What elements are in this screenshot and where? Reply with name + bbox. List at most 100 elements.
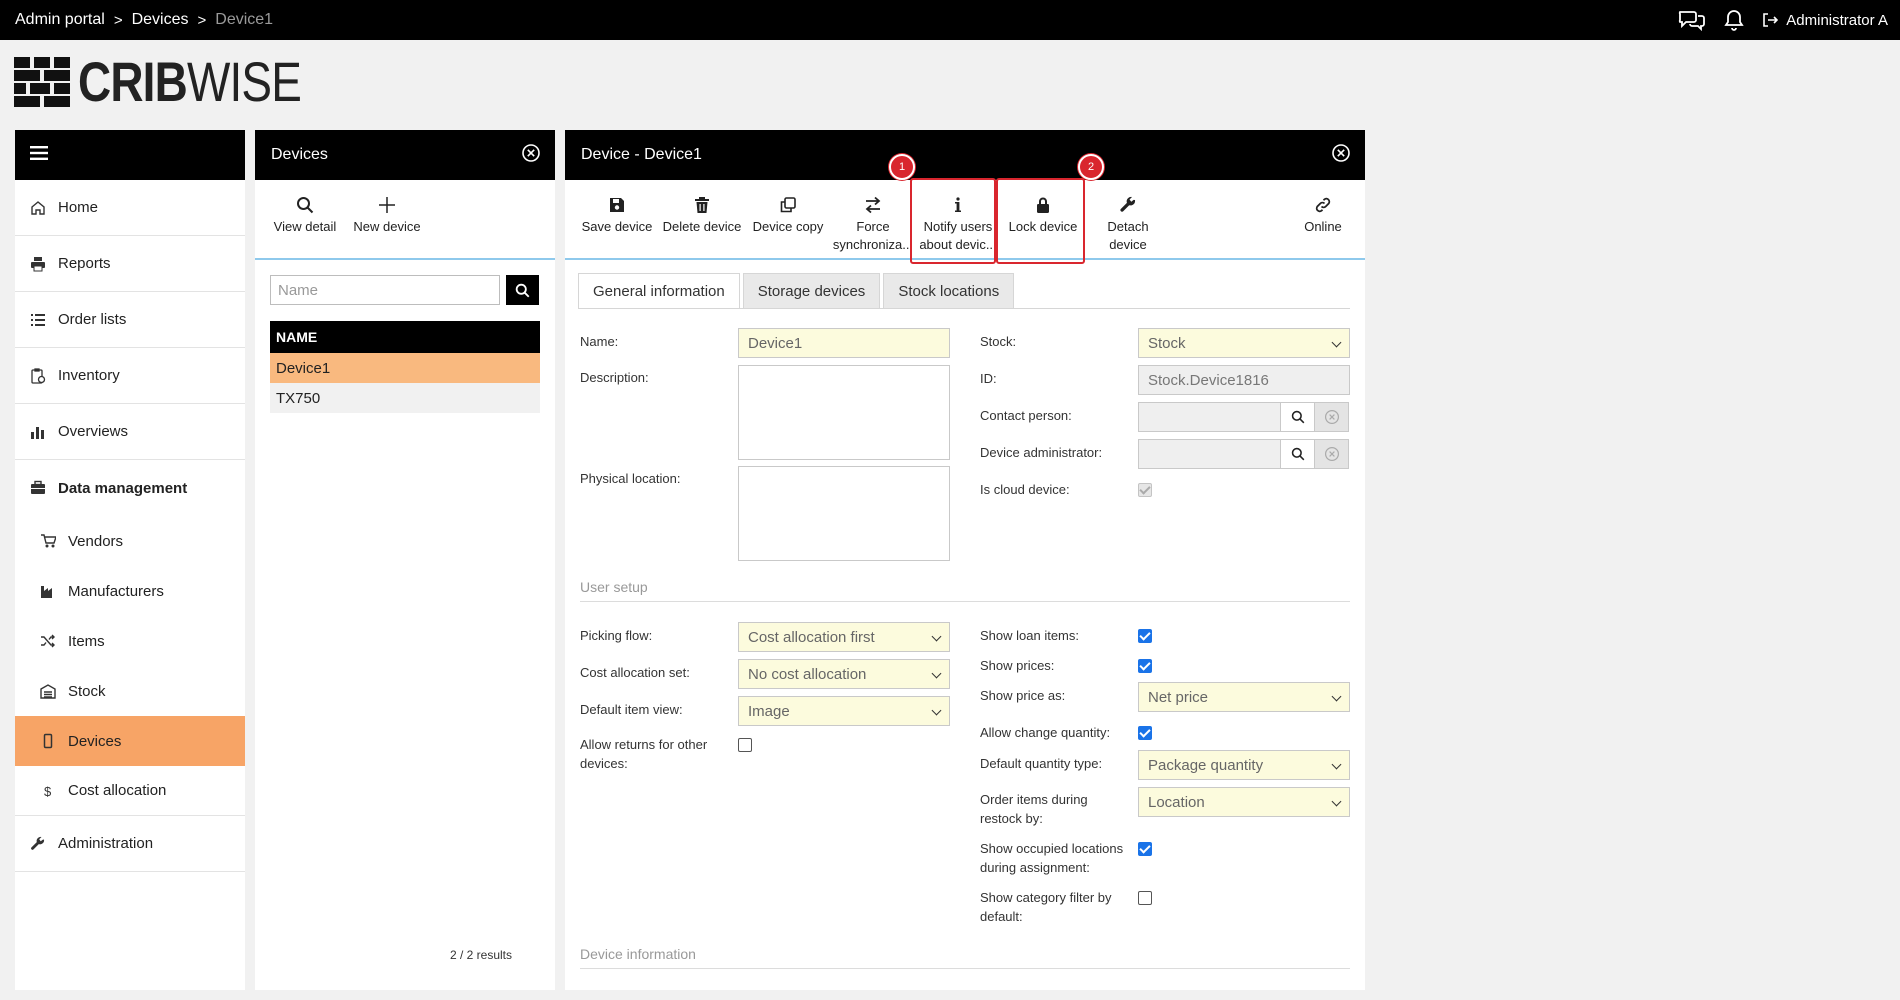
nav-sub-items[interactable]: Items [15,616,245,666]
nav-sub-stock[interactable]: Stock [15,666,245,716]
device-administrator-clear-button[interactable] [1315,439,1349,469]
nav-item-overviews[interactable]: Overviews [15,404,245,460]
link-icon [1315,197,1331,213]
contact-person-search-button[interactable] [1281,402,1315,432]
search-icon [515,283,530,297]
name-field[interactable]: Device1 [738,328,950,358]
nav-sub-manufacturers[interactable]: Manufacturers [15,566,245,616]
contact-person-clear-button[interactable] [1315,402,1349,432]
allow-returns-label: Allow returns for other devices: [580,737,708,771]
device-copy-label: Device copy [752,219,824,234]
shuffle-icon [41,634,55,648]
user-name[interactable]: Administrator A [1786,12,1888,29]
cost-allocation-set-label: Cost allocation set: [580,665,690,680]
order-items-select[interactable]: Location [1138,787,1350,817]
order-items-label: Order items during restock by: [980,792,1088,826]
table-row[interactable]: TX750 [270,383,540,413]
id-field: Stock.Device1816 [1138,365,1350,395]
device-administrator-search-button[interactable] [1281,439,1315,469]
allow-change-quantity-checkbox[interactable] [1138,726,1152,740]
close-panel-icon[interactable] [521,143,541,168]
warehouse-icon [40,684,56,699]
nav-item-order-lists[interactable]: Order lists [15,292,245,348]
device-name-search-input[interactable] [270,275,500,305]
delete-device-label: Delete device [662,219,742,234]
breadcrumb: Admin portal > Devices > Device1 [0,11,273,29]
nav-item-inventory[interactable]: Inventory [15,348,245,404]
exchange-arrows-icon [865,196,881,214]
detach-device-label-2: device [1109,237,1147,252]
search-button[interactable] [506,275,539,305]
home-icon [31,200,45,215]
contact-person-field[interactable] [1138,402,1281,432]
physical-location-field[interactable] [738,466,950,561]
nav-sub-cost-allocation[interactable]: $ Cost allocation [15,766,245,816]
briefcase-icon [31,480,45,494]
stock-select[interactable]: Stock [1138,328,1350,358]
show-loan-items-checkbox[interactable] [1138,629,1152,643]
breadcrumb-admin-portal[interactable]: Admin portal [15,11,105,29]
picking-flow-select[interactable]: Cost allocation first [738,622,950,652]
new-device-button[interactable]: New device [345,180,429,258]
callout-badge-1: 1 [889,154,915,180]
default-item-view-select[interactable]: Image [738,696,950,726]
tab-stock-locations[interactable]: Stock locations [883,273,1015,309]
column-header-name[interactable]: NAME [270,321,540,353]
nav-item-home[interactable]: Home [15,180,245,236]
new-device-label: New device [353,219,421,234]
id-label: ID: [980,371,997,386]
physical-location-label: Physical location: [580,471,681,486]
device-administrator-lookup [1138,439,1349,469]
search-icon [1291,447,1304,461]
nav-sub-label: Cost allocation [68,782,167,799]
nav-item-reports[interactable]: Reports [15,236,245,292]
save-device-label: Save device [581,219,653,234]
device-copy-button[interactable]: Device copy [745,180,831,258]
show-price-as-select[interactable]: Net price [1138,682,1350,712]
show-occupied-locations-checkbox[interactable] [1138,842,1152,856]
detail-panel-title: Device - Device1 [581,146,702,163]
show-prices-checkbox[interactable] [1138,659,1152,673]
chat-icon[interactable] [1678,9,1706,31]
hamburger-menu-icon[interactable] [30,145,48,165]
nav-item-label: Reports [58,255,111,272]
force-synchronization-button[interactable]: Force synchroniza... [831,180,915,258]
description-field[interactable] [738,365,950,460]
delete-device-button[interactable]: Delete device [659,180,745,258]
detach-device-button[interactable]: Detach device [1085,180,1171,258]
cribwise-logo: CRIBWISE [14,54,350,110]
view-detail-button[interactable]: View detail [265,180,345,258]
close-panel-icon[interactable] [1331,143,1351,168]
user-menu[interactable]: Administrator A [1762,12,1888,29]
table-row[interactable]: Device1 [270,353,540,383]
tab-general-information[interactable]: General information [578,273,740,309]
main-navigation: Home Reports Order lists Inventory Overv… [15,130,245,990]
devices-table: NAME Device1 TX750 [270,321,540,413]
nav-item-administration[interactable]: Administration [15,816,245,872]
nav-item-label: Order lists [58,311,127,328]
detail-tabs: General information Storage devices Stoc… [578,273,1017,309]
device-administrator-field[interactable] [1138,439,1281,469]
bell-icon[interactable] [1724,9,1744,31]
show-occupied-locations-label: Show occupied locations during assignmen… [980,841,1124,875]
devices-panel-title: Devices [271,146,328,163]
default-quantity-type-select[interactable]: Package quantity [1138,750,1350,780]
wrench-icon [31,836,45,850]
nav-sub-label: Stock [68,682,106,700]
description-label: Description: [580,370,649,385]
online-label: Online [1304,219,1342,234]
device-administrator-label: Device administrator: [980,445,1103,460]
nav-item-data-management[interactable]: Data management [15,460,245,516]
save-device-button[interactable]: Save device [575,180,659,258]
cost-allocation-set-select[interactable]: No cost allocation [738,659,950,689]
breadcrumb-devices[interactable]: Devices [132,11,189,29]
trash-icon [695,197,709,213]
logout-icon[interactable] [1762,12,1779,28]
default-quantity-type-label: Default quantity type: [980,756,1103,771]
allow-returns-checkbox[interactable] [738,738,752,752]
nav-sub-vendors[interactable]: Vendors [15,516,245,566]
show-category-filter-checkbox[interactable] [1138,891,1152,905]
online-button[interactable]: Online [1293,180,1353,236]
nav-sub-devices[interactable]: Devices [15,716,245,766]
tab-storage-devices[interactable]: Storage devices [742,273,881,309]
